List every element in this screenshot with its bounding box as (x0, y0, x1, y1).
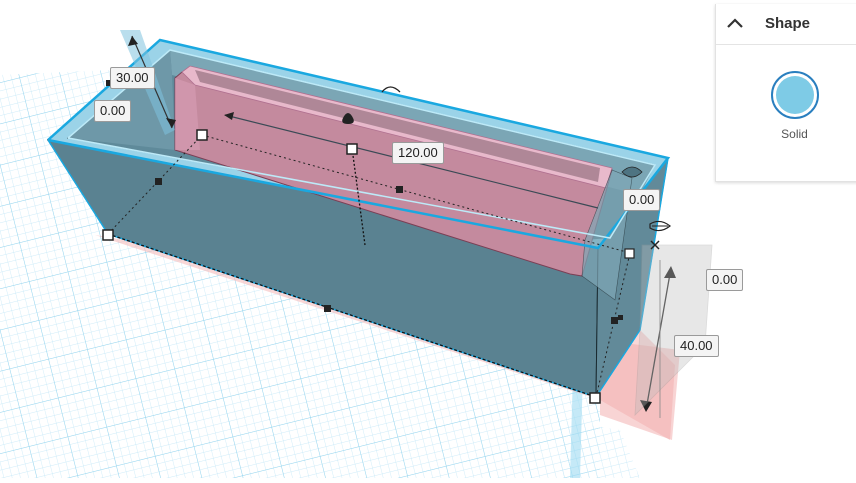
width-dimension-field[interactable]: 40.00 (674, 335, 719, 357)
side-handle-left[interactable] (155, 178, 162, 185)
corner-handle-front-left[interactable] (102, 229, 114, 241)
elevation-dimension-field[interactable]: 0.00 (94, 100, 132, 122)
corner-handle-front-right[interactable] (589, 392, 601, 404)
right-offset-dimension-field[interactable]: 0.00 (623, 189, 661, 211)
corner-handle-back-right[interactable] (624, 248, 635, 259)
corner-handle-back-left[interactable] (196, 129, 208, 141)
top-handle-center[interactable] (346, 143, 358, 155)
side-offset-dimension-field[interactable]: 0.00 (706, 269, 744, 291)
solid-label: Solid (781, 127, 808, 141)
panel-title: Shape (765, 15, 811, 32)
chevron-up-icon[interactable] (724, 13, 746, 35)
shape-inspector-panel: Shape Solid (715, 4, 856, 182)
height-dimension-field[interactable]: 30.00 (110, 67, 155, 89)
side-handle-back[interactable] (396, 186, 403, 193)
length-dimension-field[interactable]: 120.00 (392, 142, 444, 164)
solid-color-button[interactable] (771, 71, 819, 119)
side-handle-right[interactable] (611, 317, 618, 324)
side-handle-front[interactable] (324, 305, 331, 312)
panel-header: Shape (716, 4, 856, 45)
solid-color-swatch (776, 76, 814, 114)
